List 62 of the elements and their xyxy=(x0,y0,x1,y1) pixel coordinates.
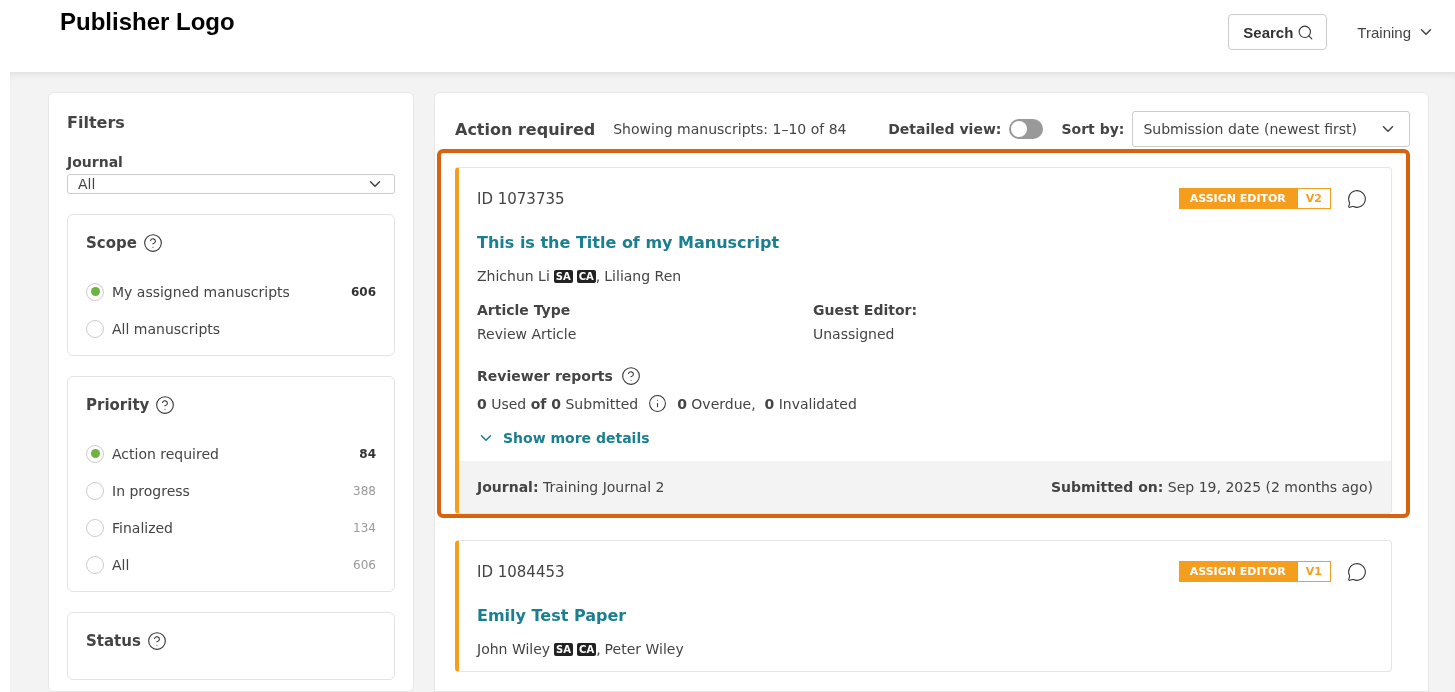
search-icon xyxy=(1297,23,1315,41)
comment-icon[interactable] xyxy=(1347,561,1367,582)
version-tag: V1 xyxy=(1296,561,1331,582)
search-button[interactable]: Search xyxy=(1228,14,1328,50)
help-icon[interactable] xyxy=(142,233,163,253)
filter-option-label: Action required xyxy=(112,445,220,462)
author-name: Liliang Ren xyxy=(604,268,682,284)
filter-group-title: Status xyxy=(86,632,141,650)
version-tag: V2 xyxy=(1296,188,1331,209)
author-role-tag: CA xyxy=(576,269,596,283)
reviewer-reports-label: Reviewer reports xyxy=(477,368,613,384)
filter-option-label: In progress xyxy=(112,482,191,499)
detailed-view-label: Detailed view: xyxy=(888,121,1002,137)
filter-count: 134 xyxy=(353,520,376,535)
publisher-logo: Publisher Logo xyxy=(60,8,236,36)
sort-select[interactable]: Submission date (newest first) xyxy=(1132,111,1410,147)
user-menu[interactable]: Training xyxy=(1351,14,1441,50)
filters-title: Filters xyxy=(67,113,126,132)
help-icon[interactable] xyxy=(620,366,641,386)
reports-status: 0 Overdue, 0 Invalidated xyxy=(677,395,857,412)
author-name: Zhichun Li xyxy=(477,268,550,284)
show-more-link[interactable]: Show more details xyxy=(477,429,650,447)
list-title: Action required xyxy=(455,119,596,139)
filter-option-label: Finalized xyxy=(112,519,174,536)
journal-select[interactable]: All xyxy=(67,174,395,194)
author-role-tag: SA xyxy=(554,642,574,656)
help-icon[interactable] xyxy=(146,631,167,651)
guest-editor: Unassigned xyxy=(813,326,896,342)
filter-option-label: My assigned manuscripts xyxy=(112,283,291,300)
help-icon[interactable] xyxy=(155,395,176,415)
filter-count: 606 xyxy=(350,284,376,299)
filter-option-label: All xyxy=(112,556,131,573)
manuscript-id: ID 1073735 xyxy=(477,189,566,208)
guest-editor-label: Guest Editor: xyxy=(813,302,919,318)
sort-label: Sort by: xyxy=(1061,121,1125,137)
author-name: John Wiley xyxy=(477,641,551,657)
author-separator: , xyxy=(595,268,601,284)
manuscript-title[interactable]: Emily Test Paper xyxy=(477,606,1373,625)
filter-count: 388 xyxy=(353,483,376,498)
author-role-tag: CA xyxy=(577,642,597,656)
filter-option-label: All manuscripts xyxy=(112,320,222,337)
author-name: Peter Wiley xyxy=(604,641,684,657)
info-icon[interactable] xyxy=(648,394,668,413)
manuscript-id: ID 1084453 xyxy=(477,562,566,581)
article-type-label: Article Type xyxy=(477,302,572,318)
showing-count: Showing manuscripts: 1–10 of 84 xyxy=(613,121,847,137)
status-tag: ASSIGN EDITOR xyxy=(1178,188,1297,209)
author-role-tag: SA xyxy=(553,269,573,283)
status-tag: ASSIGN EDITOR xyxy=(1178,561,1297,582)
detailed-view-toggle[interactable] xyxy=(1009,119,1044,139)
filter-count: 606 xyxy=(353,557,376,572)
filter-group-title: Priority xyxy=(86,396,150,414)
journal-info: Journal: Training Journal 2 xyxy=(477,479,665,495)
filter-group-title: Scope xyxy=(86,234,137,252)
reports-used: 0 Used of 0 Submitted xyxy=(477,395,639,412)
filter-count: 84 xyxy=(359,446,376,461)
journal-label: Journal xyxy=(67,154,124,170)
comment-icon[interactable] xyxy=(1347,188,1367,209)
author-separator: , xyxy=(596,641,601,657)
article-type: Review Article xyxy=(477,326,578,342)
submitted-info: Submitted on: Sep 19, 2025 (2 months ago) xyxy=(1051,479,1373,495)
manuscript-title[interactable]: This is the Title of my Manuscript xyxy=(477,233,1373,252)
